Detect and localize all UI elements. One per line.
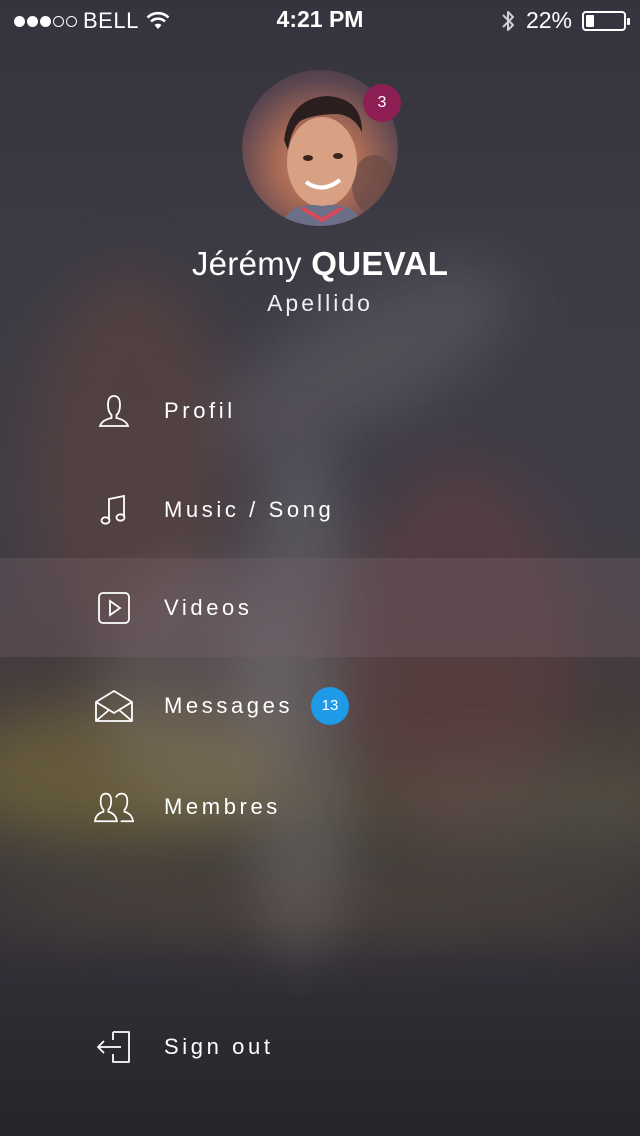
menu-item-messages[interactable]: Messages 13: [0, 656, 640, 755]
menu-item-label: Membres: [164, 793, 281, 819]
menu-item-music-song[interactable]: Music / Song: [0, 460, 640, 559]
users-icon: [94, 787, 134, 827]
battery-percent: 22%: [525, 7, 572, 33]
menu-item-label: Profil: [164, 397, 236, 423]
battery-icon: [582, 10, 630, 31]
first-name: Jérémy: [191, 245, 302, 282]
notification-badge: 3: [363, 84, 401, 122]
messages-count-badge: 13: [311, 686, 349, 725]
menu-item-label: Videos: [164, 594, 253, 620]
menu-item-label: Messages: [164, 692, 294, 718]
user-subtitle: Apellido: [267, 290, 373, 316]
sign-out-button[interactable]: Sign out: [0, 997, 640, 1096]
sign-out-label: Sign out: [164, 1033, 274, 1059]
status-bar: BELL 4:21 PM 22%: [0, 0, 640, 40]
user-full-name: Jérémy QUEVAL: [0, 245, 640, 283]
music-note-icon: [94, 490, 134, 530]
play-icon: [94, 588, 134, 628]
bluetooth-icon: [502, 10, 514, 31]
menu-item-videos[interactable]: Videos: [0, 558, 640, 657]
last-name: QUEVAL: [311, 245, 449, 282]
sign-out-icon: [94, 1027, 134, 1067]
profile-avatar-container[interactable]: 3: [242, 70, 401, 226]
envelope-icon: [94, 686, 134, 726]
user-icon: [94, 391, 134, 431]
menu-item-label: Music / Song: [164, 496, 335, 522]
menu-item-profil[interactable]: Profil: [0, 361, 640, 460]
menu-item-membres[interactable]: Membres: [0, 757, 640, 856]
